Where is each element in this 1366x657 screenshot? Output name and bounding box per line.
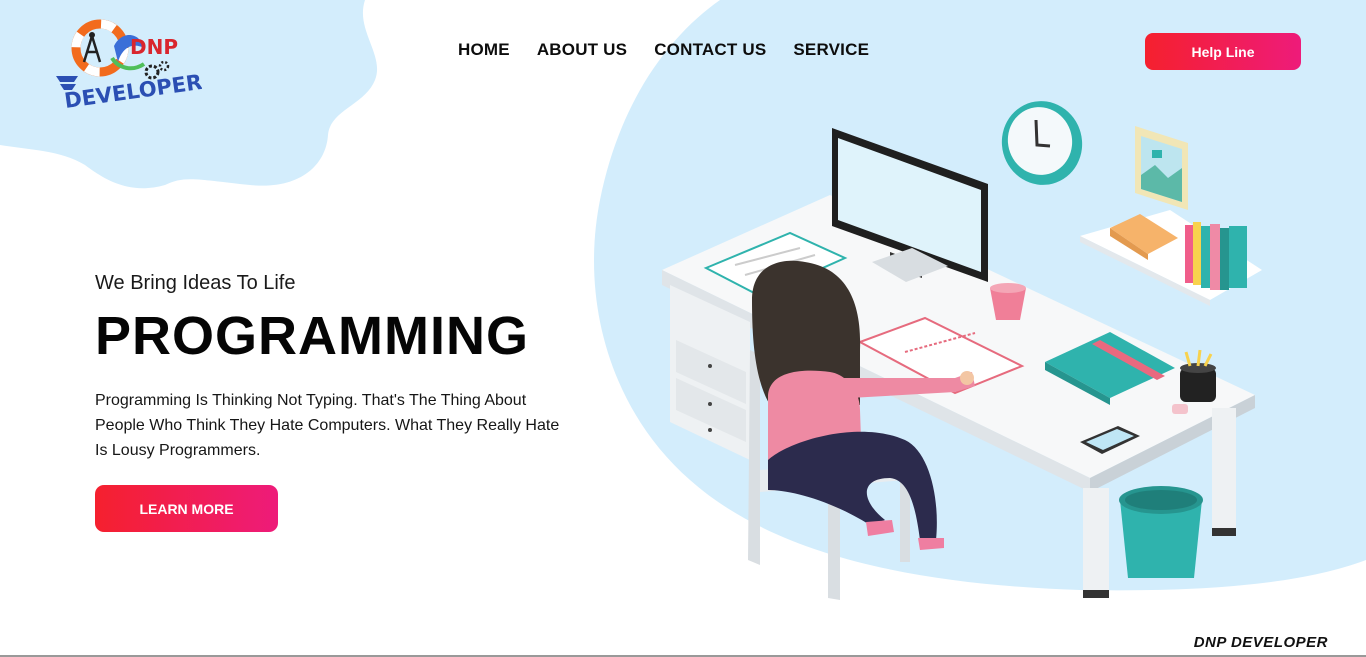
main-navigation: HOME ABOUT US CONTACT US SERVICE xyxy=(458,40,869,60)
hero-section: We Bring Ideas To Life PROGRAMMING Progr… xyxy=(95,272,575,463)
nav-contact-us[interactable]: CONTACT US xyxy=(654,40,766,60)
clock-icon xyxy=(1001,101,1083,185)
logo-developer-text: DEVELOPER xyxy=(63,70,202,110)
picture-frame-icon xyxy=(1135,126,1188,210)
learn-more-button[interactable]: LEARN MORE xyxy=(95,485,278,532)
nav-about-us[interactable]: ABOUT US xyxy=(537,40,627,60)
pencil-holder-icon xyxy=(1180,349,1216,402)
dnp-developer-logo[interactable]: DNP DEVELOPER xyxy=(52,18,202,110)
hero-tagline: We Bring Ideas To Life xyxy=(95,272,296,294)
help-line-button[interactable]: Help Line xyxy=(1145,33,1301,70)
logo-dnp-text: DNP xyxy=(130,35,178,59)
nav-home[interactable]: HOME xyxy=(458,40,510,60)
hero-headline: PROGRAMMING xyxy=(95,306,529,366)
hero-description: Programming Is Thinking Not Typing. That… xyxy=(95,392,560,460)
trash-bin-icon xyxy=(1119,486,1203,578)
workspace-illustration xyxy=(662,101,1262,600)
compass-icon xyxy=(82,35,102,63)
cup-icon xyxy=(990,283,1026,320)
nav-service[interactable]: SERVICE xyxy=(793,40,869,60)
footer-brand-text: DNP DEVELOPER xyxy=(1193,634,1328,651)
wall-shelf xyxy=(1080,210,1262,306)
